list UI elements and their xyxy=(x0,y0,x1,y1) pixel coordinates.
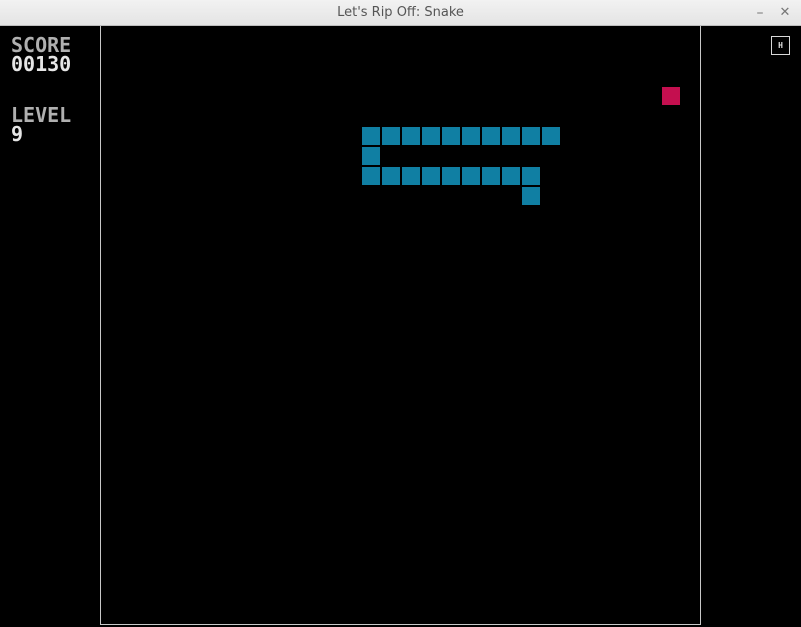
game-window: Let's Rip Off: Snake – ✕ SCORE 00130 LEV… xyxy=(0,0,801,627)
level-value: 9 xyxy=(11,122,24,146)
snake-segment xyxy=(482,167,500,185)
snake-segment xyxy=(362,167,380,185)
snake-segment xyxy=(462,167,480,185)
help-button[interactable]: H xyxy=(771,36,790,55)
food-pellet xyxy=(662,87,680,105)
hud-panel: SCORE 00130 LEVEL 9 xyxy=(0,26,101,625)
game-board[interactable] xyxy=(101,26,700,625)
snake-segment xyxy=(402,127,420,145)
side-panel: H xyxy=(700,26,801,625)
snake-segment xyxy=(402,167,420,185)
snake-segment xyxy=(382,167,400,185)
minimize-button[interactable]: – xyxy=(750,3,770,23)
snake-segment xyxy=(442,127,460,145)
close-button[interactable]: ✕ xyxy=(775,3,795,23)
score-value: 00130 xyxy=(11,52,72,76)
snake-segment xyxy=(502,167,520,185)
snake-segment xyxy=(522,167,540,185)
game-area: SCORE 00130 LEVEL 9 H xyxy=(0,26,801,627)
snake-segment xyxy=(442,167,460,185)
snake-segment xyxy=(362,127,380,145)
snake-segment xyxy=(462,127,480,145)
snake-segment xyxy=(522,187,540,205)
snake-segment xyxy=(482,127,500,145)
snake-segment xyxy=(422,127,440,145)
snake-segment xyxy=(422,167,440,185)
window-title: Let's Rip Off: Snake xyxy=(337,5,464,20)
snake-segment xyxy=(362,147,380,165)
title-bar[interactable]: Let's Rip Off: Snake – ✕ xyxy=(0,0,801,26)
snake-segment xyxy=(382,127,400,145)
snake-head xyxy=(542,127,560,145)
snake-segment xyxy=(502,127,520,145)
snake-segment xyxy=(522,127,540,145)
